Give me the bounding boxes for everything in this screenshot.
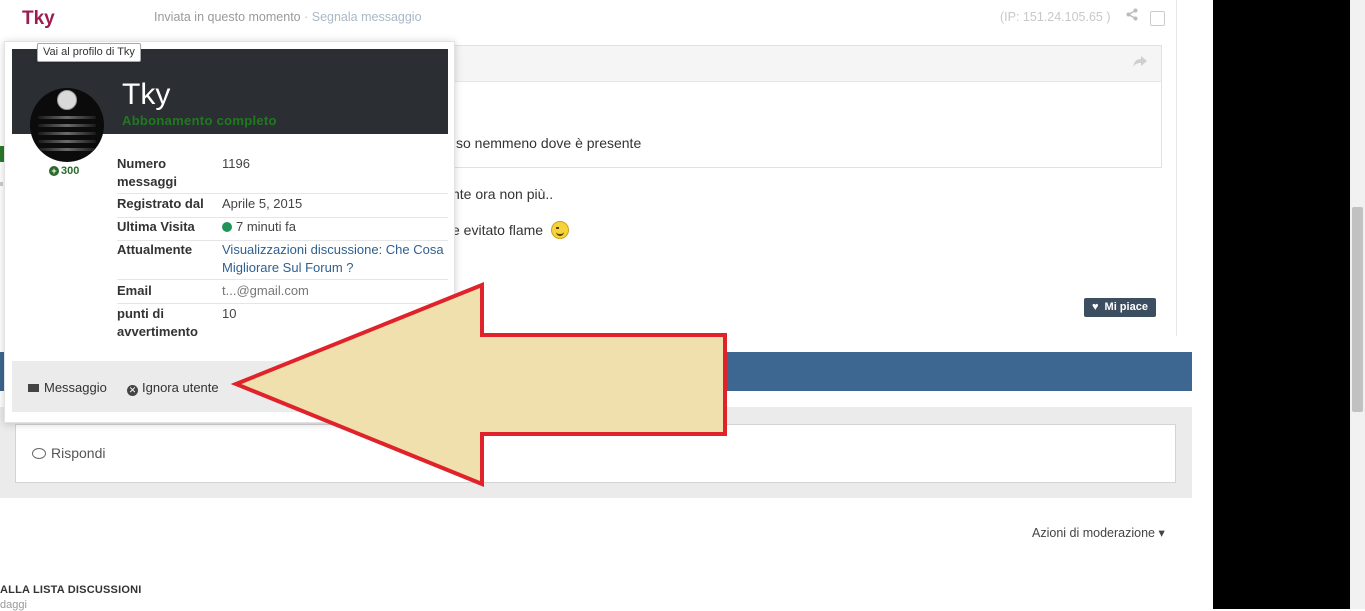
annotation-arrow xyxy=(230,282,727,487)
annotation-arrow-shape xyxy=(230,282,727,487)
